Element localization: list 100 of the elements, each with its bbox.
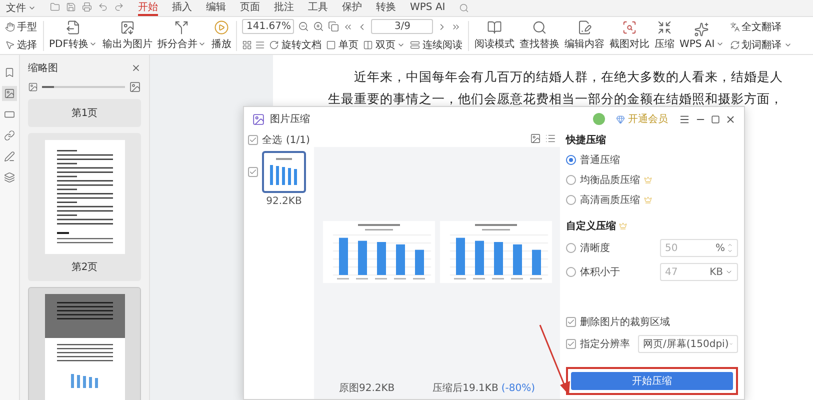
double-page-icon (363, 40, 374, 50)
caret-icon (728, 340, 733, 348)
page-thumbnail-card[interactable] (28, 287, 141, 400)
menu-tab[interactable]: 转换 (376, 0, 396, 16)
hand-icon (5, 22, 15, 32)
check-icon (567, 318, 575, 326)
fit-width-icon (255, 40, 266, 50)
last-page-icon (451, 22, 462, 32)
gem-icon (616, 114, 625, 124)
value-field[interactable]: 50 % (660, 239, 738, 257)
continuous-icon (410, 40, 420, 50)
pen-icon (4, 151, 15, 162)
layers-icon (4, 172, 15, 183)
menu-tab[interactable]: 批注 (274, 0, 294, 16)
toolbar-button[interactable]: PDF转换 (49, 20, 98, 51)
search-icon (532, 20, 547, 35)
image-thumbnail[interactable] (262, 151, 306, 193)
view-button[interactable]: 旋转文档 (268, 37, 322, 52)
custom-radio[interactable]: 体积小于 (566, 265, 620, 279)
scan-compare-icon (622, 20, 637, 35)
menu-tab[interactable]: 编辑 (206, 0, 226, 16)
pointer-icon (5, 40, 15, 50)
menu-tab[interactable]: 工具 (308, 0, 328, 16)
avatar-icon (593, 113, 605, 125)
caret-icon (28, 4, 36, 12)
toolbar-button[interactable]: 查找替换 (519, 20, 560, 51)
image-icon (252, 112, 265, 126)
tool-button[interactable]: 选择 (4, 37, 38, 52)
custom-radio[interactable]: 清晰度 (566, 241, 610, 255)
view-button[interactable]: 双页 (362, 37, 406, 52)
check-icon (567, 340, 575, 348)
pages-icon (328, 21, 340, 32)
large-image-icon (129, 81, 141, 93)
option-checkbox[interactable]: 指定分辨率 (566, 337, 630, 351)
maximize-button[interactable] (711, 114, 720, 124)
toolbar-button[interactable]: WPS AI (679, 22, 724, 50)
start-compress-button[interactable]: 开始压缩 (571, 372, 733, 390)
zoom-out-icon (298, 21, 310, 32)
increase-icon (727, 242, 733, 248)
sparkle-icon (694, 22, 710, 36)
toolbar-button[interactable]: 输出为图片 (102, 20, 152, 51)
print-icon (82, 2, 92, 12)
value-field[interactable]: 47 KB (660, 263, 738, 281)
toolbar-button[interactable]: 编辑内容 (564, 20, 604, 51)
thumbnail-icon (4, 88, 15, 99)
compress-radio[interactable]: 普通压缩 (566, 153, 738, 167)
file-menu[interactable]: 文件 (6, 1, 26, 15)
play-icon (214, 20, 229, 35)
compress-icon (656, 20, 672, 35)
grid-icon (242, 40, 252, 50)
zoom-in-icon (313, 21, 324, 32)
image-view-icon (530, 133, 541, 144)
page-field[interactable]: 3/9 (371, 19, 434, 34)
menu-tab[interactable]: 保护 (342, 0, 362, 16)
toolbar-button[interactable]: 截图对比 (609, 20, 650, 51)
document-text-line: 近年来，中国每年会有几百万的结婚人群，在绝大多数的人看来，结婚是人 (354, 69, 783, 85)
first-page-icon (343, 22, 354, 32)
undo-icon (98, 2, 108, 12)
menu-tab[interactable]: 页面 (240, 0, 260, 16)
toolbar-button[interactable]: 压缩 (654, 20, 674, 51)
link-icon (4, 130, 15, 141)
side-tool-button[interactable] (2, 170, 17, 185)
resolution-select[interactable]: 网页/屏幕(150dpi) (638, 335, 738, 353)
menu-tab[interactable]: WPS AI (410, 0, 446, 16)
toolbar-button[interactable]: 拆分合并 (157, 20, 206, 51)
caret-icon (725, 268, 733, 276)
toolbar-button[interactable]: 播放 (211, 20, 232, 51)
compress-radio[interactable]: 均衡品质压缩 (566, 173, 738, 187)
side-tool-button[interactable] (2, 149, 17, 164)
page-icon (4, 109, 15, 120)
panel-title: 缩略图 (28, 62, 58, 75)
page-thumbnail-card[interactable]: 第1页 (28, 99, 141, 127)
select-all-checkbox[interactable]: 全选 (1/1) (248, 133, 310, 147)
document-text-line: 生最重要的事情之一，他们会愿意花费相当一部分的金额在结婚照和摄影方面， (328, 91, 783, 107)
toolbar-button[interactable]: 阅读模式 (474, 20, 514, 51)
image-checkbox[interactable] (248, 167, 258, 177)
option-checkbox[interactable]: 删除图片的裁剪区域 (566, 315, 670, 329)
close-icon (725, 114, 736, 124)
zoom-field[interactable]: 141.67% (242, 19, 294, 34)
dialog-title: 图片压缩 (270, 112, 310, 126)
file-export-icon (66, 20, 81, 35)
single-page-icon (326, 40, 336, 50)
close-icon (131, 63, 141, 73)
close-button[interactable] (725, 114, 736, 124)
translate-button[interactable]: 全文翻译 (728, 19, 793, 34)
side-tool-button[interactable] (2, 86, 17, 101)
refresh-icon (730, 40, 740, 50)
reduction-percent: (-80%) (501, 382, 535, 394)
compress-radio[interactable]: 高清画质压缩 (566, 193, 738, 207)
menu-tab[interactable]: 插入 (172, 0, 192, 16)
translate-button[interactable]: 划词翻译 (728, 37, 793, 52)
side-tool-button[interactable] (2, 128, 17, 143)
close-button[interactable] (131, 63, 141, 73)
menu-button[interactable] (679, 114, 690, 124)
bookmark-icon (4, 67, 15, 78)
view-button[interactable]: 单页 (325, 37, 360, 52)
compressed-size-caption: 压缩后19.1KB (432, 382, 498, 395)
view-button[interactable]: 连续阅读 (409, 37, 464, 52)
tool-button[interactable]: 手型 (4, 19, 38, 34)
page-thumbnail-card[interactable]: 第2页 (28, 133, 141, 281)
